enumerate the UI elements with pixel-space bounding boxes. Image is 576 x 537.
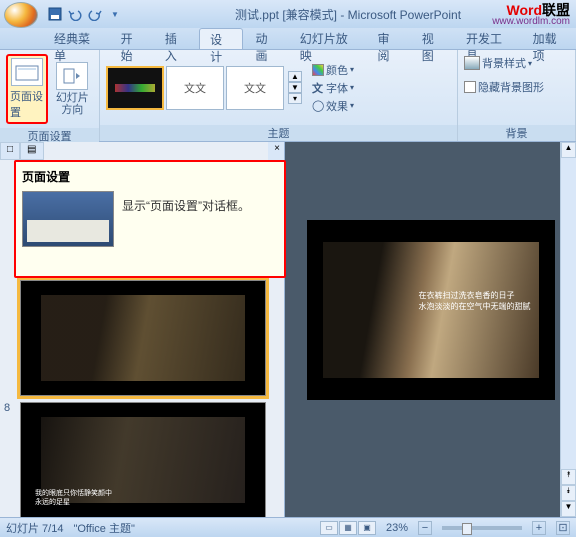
thumb-number: 8 (4, 402, 16, 517)
save-icon[interactable] (46, 5, 64, 23)
orientation-icon (56, 62, 88, 90)
slide-orientation-button[interactable]: 幻灯片 方向 (52, 60, 93, 118)
fit-window-icon[interactable]: ⊡ (556, 521, 570, 535)
prev-slide-icon[interactable]: ⯭ (561, 469, 576, 485)
thumbnails-tab[interactable]: □ (0, 142, 20, 160)
tab-classic-menu[interactable]: 经典菜单 (44, 28, 109, 49)
outline-tab[interactable]: ▤ (20, 142, 43, 160)
tab-review[interactable]: 审阅 (367, 28, 409, 49)
theme-gallery: 文文 文文 (106, 66, 284, 110)
slideshow-view-icon[interactable]: ▣ (358, 521, 376, 535)
colors-button[interactable]: 颜色▾ (312, 61, 354, 79)
group-background-label: 背景 (458, 125, 575, 141)
tab-view[interactable]: 视图 (412, 28, 454, 49)
effects-icon: ◯ (312, 99, 324, 112)
slide-caption-text: 在衣裤扫过洗衣皂香的日子 水泡淡淡的在空气中无端的甜腻 (419, 290, 531, 312)
theme-scroll-up-icon[interactable]: ▲ (288, 71, 302, 82)
slide-thumb-8[interactable]: 8 我的眼底只你恬静笑颜中 永远的足星 (4, 402, 280, 517)
slide-editor: 在衣裤扫过洗衣皂香的日子 水泡淡淡的在空气中无端的甜腻 ▲ ▼ ⯭ ⯯ (285, 142, 576, 517)
tab-home[interactable]: 开始 (111, 28, 153, 49)
tab-developer[interactable]: 开发工具 (456, 28, 521, 49)
zoom-in-button[interactable]: + (532, 521, 546, 535)
orientation-label: 幻灯片 方向 (56, 92, 89, 116)
tab-insert[interactable]: 插入 (155, 28, 197, 49)
scroll-up-icon[interactable]: ▲ (561, 142, 576, 158)
tooltip-preview-image (22, 191, 114, 247)
theme-thumb-selected[interactable] (106, 66, 164, 110)
next-slide-icon[interactable]: ⯯ (561, 485, 576, 501)
page-setup-label: 页面设置 (10, 88, 44, 120)
page-setup-tooltip: 页面设置 显示“页面设置”对话框。 (14, 160, 286, 278)
tab-design[interactable]: 设计 (199, 28, 243, 49)
zoom-out-button[interactable]: − (418, 521, 432, 535)
slide-thumb-7[interactable]: 7 (4, 280, 280, 396)
fonts-button[interactable]: 文字体▾ (312, 79, 354, 97)
hide-background-graphics-checkbox[interactable]: 隐藏背景图形 (464, 78, 544, 96)
tooltip-title: 页面设置 (22, 168, 278, 185)
theme-name: "Office 主题" (73, 520, 134, 536)
theme-thumb-2[interactable]: 文文 (226, 66, 284, 110)
group-themes: 文文 文文 ▲ ▼ ▾ 颜色▾ 文字体▾ ◯效果▾ 主题 (100, 50, 458, 141)
page-setup-icon (11, 58, 43, 86)
qat-dropdown-icon[interactable]: ▼ (106, 5, 124, 23)
theme-scroll-down-icon[interactable]: ▼ (288, 82, 302, 93)
zoom-percent[interactable]: 23% (386, 522, 408, 534)
theme-scroll-more-icon[interactable]: ▾ (288, 93, 302, 104)
panel-close-icon[interactable]: × (268, 142, 284, 160)
tooltip-description: 显示“页面设置”对话框。 (122, 191, 250, 247)
page-setup-button[interactable]: 页面设置 (6, 54, 48, 124)
thumb-image-8: 我的眼底只你恬静笑颜中 永远的足星 (20, 402, 266, 517)
fonts-icon: 文 (312, 80, 324, 96)
redo-icon[interactable] (86, 5, 104, 23)
tab-animations[interactable]: 动画 (245, 28, 287, 49)
theme-thumb-1[interactable]: 文文 (166, 66, 224, 110)
editor-vertical-scrollbar[interactable]: ▲ ▼ ⯭ ⯯ (560, 142, 576, 517)
thumb-caption: 我的眼底只你恬静笑颜中 永远的足星 (35, 489, 112, 507)
status-bar: 幻灯片 7/14 "Office 主题" ▭ ▦ ▣ 23% − + ⊡ (0, 517, 576, 537)
quick-access-toolbar: ▼ (46, 5, 124, 23)
checkbox-icon (464, 81, 476, 93)
group-background: 背景样式▾ 隐藏背景图形 背景 (458, 50, 576, 141)
tab-slideshow[interactable]: 幻灯片放映 (290, 28, 366, 49)
tab-addins[interactable]: 加载项 (523, 28, 576, 49)
group-themes-label: 主题 (100, 125, 457, 141)
thumb-image-7 (20, 280, 266, 396)
group-page-setup: 页面设置 幻灯片 方向 页面设置 (0, 50, 100, 141)
theme-gallery-scroll: ▲ ▼ ▾ (288, 71, 302, 104)
slide-counter: 幻灯片 7/14 (6, 520, 63, 536)
sorter-view-icon[interactable]: ▦ (339, 521, 357, 535)
zoom-slider[interactable] (442, 526, 522, 530)
undo-icon[interactable] (66, 5, 84, 23)
ribbon: 页面设置 幻灯片 方向 页面设置 文文 文文 ▲ ▼ ▾ 颜色▾ 文字体▾ (0, 50, 576, 142)
normal-view-icon[interactable]: ▭ (320, 521, 338, 535)
watermark-url: www.wordlm.com (492, 16, 570, 27)
title-bar: ▼ 测试.ppt [兼容模式] - Microsoft PowerPoint W… (0, 0, 576, 28)
effects-button[interactable]: ◯效果▾ (312, 97, 354, 115)
view-buttons: ▭ ▦ ▣ (320, 521, 376, 535)
ribbon-tabs: 经典菜单 开始 插入 设计 动画 幻灯片放映 审阅 视图 开发工具 加载项 (0, 28, 576, 50)
background-styles-icon (464, 56, 480, 70)
background-styles-button[interactable]: 背景样式▾ (464, 54, 532, 72)
office-button[interactable] (4, 2, 38, 28)
slide-canvas[interactable]: 在衣裤扫过洗衣皂香的日子 水泡淡淡的在空气中无端的甜腻 (307, 220, 555, 400)
scroll-down-icon[interactable]: ▼ (561, 501, 576, 517)
colors-icon (312, 64, 324, 76)
